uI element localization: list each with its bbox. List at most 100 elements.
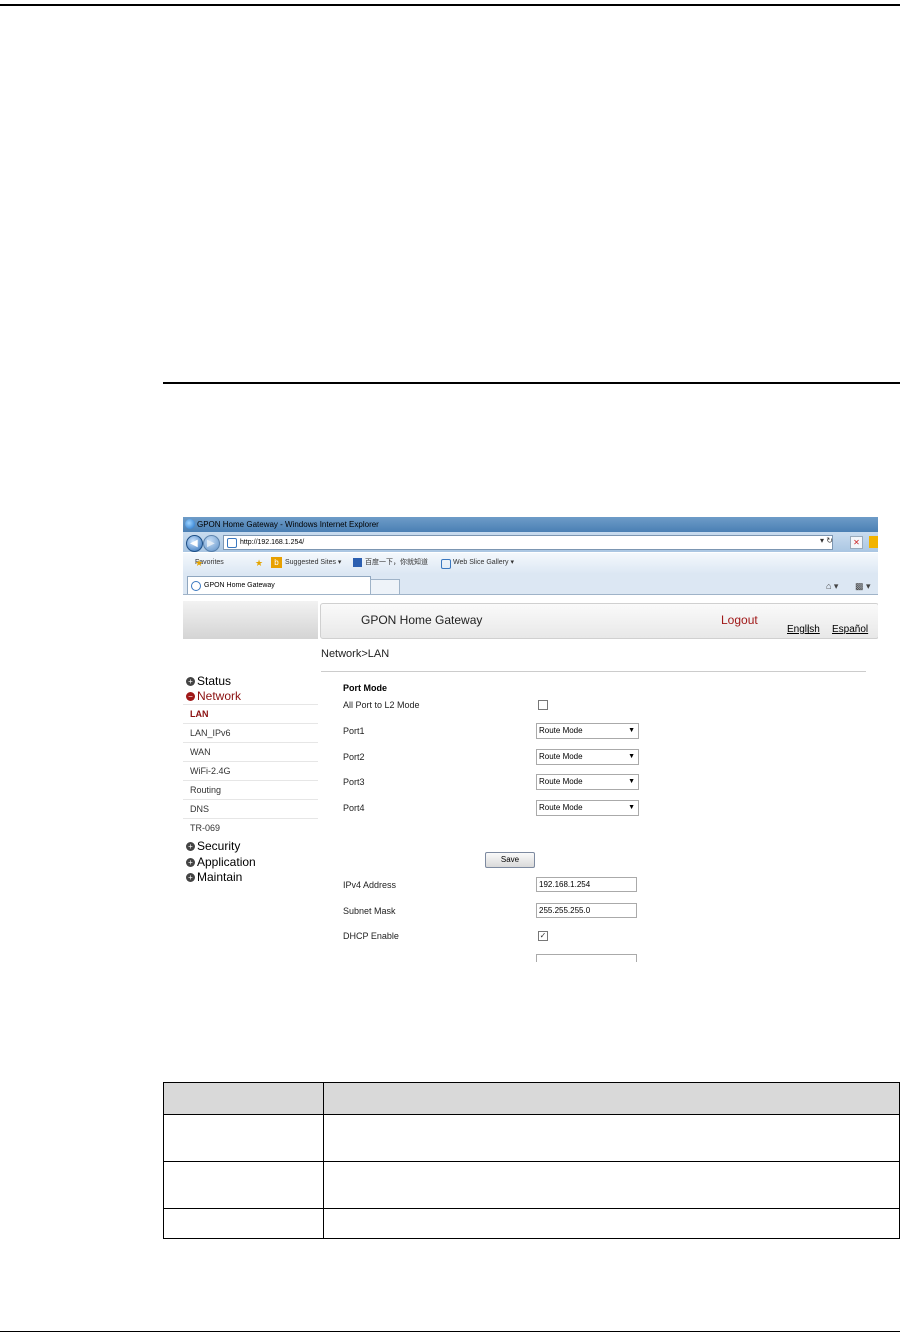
- table-header-cell: [323, 1082, 900, 1115]
- menu-application[interactable]: + Application: [186, 855, 256, 869]
- port2-label: Port2: [343, 752, 365, 762]
- web-slice-icon: [441, 559, 451, 569]
- save-button[interactable]: Save: [485, 852, 535, 868]
- star-icon: ★: [195, 558, 204, 568]
- lang-espanol-link[interactable]: Español: [832, 624, 868, 635]
- expand-plus-icon: +: [186, 677, 195, 686]
- divider: [183, 780, 318, 781]
- subnet-mask-input[interactable]: 255.255.255.0: [536, 903, 637, 918]
- web-slice-link[interactable]: Web Slice Gallery ▾: [453, 553, 514, 573]
- menu-security-label: Security: [197, 839, 241, 853]
- suggested-sites-link[interactable]: Suggested Sites ▾: [285, 553, 341, 573]
- chevron-down-icon: ▼: [628, 727, 635, 734]
- collapse-minus-icon: −: [186, 692, 195, 701]
- divider: [183, 799, 318, 800]
- ipv4-input[interactable]: 192.168.1.254: [536, 877, 637, 892]
- port-mode-title: Port Mode: [343, 683, 387, 693]
- new-tab-button[interactable]: [370, 579, 400, 595]
- ie-page-icon: [191, 581, 201, 591]
- address-bar[interactable]: http://192.168.1.254/: [223, 535, 833, 550]
- chevron-down-icon: ▼: [628, 804, 635, 811]
- port1-value: Route Mode: [539, 726, 583, 735]
- port2-value: Route Mode: [539, 752, 583, 761]
- dhcp-enable-label: DHCP Enable: [343, 931, 399, 941]
- table-header-cell: [163, 1082, 324, 1115]
- port1-select[interactable]: Route Mode ▼: [536, 723, 639, 739]
- divider: [183, 723, 318, 724]
- breadcrumb-rule: [321, 671, 866, 672]
- all-port-checkbox[interactable]: [538, 700, 548, 710]
- baidu-link[interactable]: 百度一下，你就知道: [365, 553, 428, 573]
- forward-button[interactable]: ▶: [203, 535, 220, 552]
- table-row: [163, 1208, 900, 1239]
- feeds-icon[interactable]: ▩ ▾: [855, 577, 871, 596]
- sidebar-item-tr069[interactable]: TR-069: [190, 823, 220, 833]
- divider: [183, 761, 318, 762]
- stop-icon[interactable]: ✕: [850, 536, 863, 549]
- port3-value: Route Mode: [539, 777, 583, 786]
- section-rule: [163, 382, 900, 384]
- port4-select[interactable]: Route Mode ▼: [536, 800, 639, 816]
- chevron-down-icon: ▼: [628, 778, 635, 785]
- sidebar-item-lan[interactable]: LAN: [190, 709, 209, 719]
- table-cell: [163, 1114, 324, 1162]
- tab-gpon[interactable]: GPON Home Gateway: [187, 576, 371, 594]
- port2-select[interactable]: Route Mode ▼: [536, 749, 639, 765]
- table-header-row: [163, 1082, 900, 1115]
- sidebar-item-dns[interactable]: DNS: [190, 804, 209, 814]
- window-title-bar: GPON Home Gateway - Windows Internet Exp…: [183, 517, 878, 532]
- menu-maintain-label: Maintain: [197, 870, 243, 884]
- left-nav-header: [183, 601, 318, 639]
- address-row: ◀ ▶ http://192.168.1.254/ ▾ ↻ ✕: [183, 532, 878, 552]
- dhcp-enable-checkbox[interactable]: ✓: [538, 931, 548, 941]
- sidebar-item-wifi[interactable]: WiFi-2.4G: [190, 766, 231, 776]
- parameter-table: [163, 1082, 900, 1239]
- refresh-icon[interactable]: ▾ ↻: [820, 536, 833, 545]
- sidebar-item-wan[interactable]: WAN: [190, 747, 211, 757]
- port4-label: Port4: [343, 803, 365, 813]
- tab-row: GPON Home Gateway ⌂ ▾ ▩ ▾: [183, 573, 878, 595]
- port4-value: Route Mode: [539, 803, 583, 812]
- menu-network-label: Network: [197, 689, 242, 703]
- lang-english-link[interactable]: English: [787, 624, 820, 635]
- home-icon[interactable]: ⌂ ▾: [826, 577, 838, 596]
- address-text: http://192.168.1.254/: [240, 539, 305, 546]
- expand-plus-icon: +: [186, 842, 195, 851]
- port3-select[interactable]: Route Mode ▼: [536, 774, 639, 790]
- sidebar-item-lan-ipv6[interactable]: LAN_IPv6: [190, 728, 231, 738]
- table-cell: [323, 1208, 900, 1239]
- menu-status[interactable]: + Status: [186, 674, 231, 688]
- logout-link[interactable]: Logout: [721, 613, 758, 627]
- bottom-rule: [0, 1331, 900, 1332]
- ipv4-label: IPv4 Address: [343, 880, 397, 890]
- lang-separator: |: [807, 624, 810, 635]
- table-cell: [163, 1208, 324, 1239]
- tab-label: GPON Home Gateway: [204, 582, 275, 589]
- favorites-button[interactable]: ★ Favorites: [195, 553, 224, 573]
- page-icon: [227, 538, 237, 548]
- divider: [183, 704, 318, 705]
- table-cell: [163, 1161, 324, 1209]
- top-rule: [0, 4, 900, 6]
- baidu-icon: [353, 558, 362, 567]
- table-cell: [323, 1161, 900, 1209]
- sidebar-item-routing[interactable]: Routing: [190, 785, 221, 795]
- menu-status-label: Status: [197, 674, 232, 688]
- left-nav: + Status − Network LAN LAN_IPv6 WAN WiFi-2…: [183, 639, 318, 884]
- dhcp-start-input-partial[interactable]: [536, 954, 637, 962]
- bing-icon: b: [271, 557, 282, 568]
- expand-plus-icon: +: [186, 873, 195, 882]
- menu-maintain[interactable]: + Maintain: [186, 870, 242, 884]
- ie-logo-icon: [185, 519, 195, 529]
- port1-label: Port1: [343, 726, 365, 736]
- table-cell: [323, 1114, 900, 1162]
- back-button[interactable]: ◀: [186, 535, 203, 552]
- breadcrumb: Network>LAN: [321, 648, 390, 660]
- bing-search-icon[interactable]: [869, 536, 878, 548]
- menu-security[interactable]: + Security: [186, 839, 240, 853]
- chevron-down-icon: ▼: [628, 753, 635, 760]
- subnet-mask-label: Subnet Mask: [343, 906, 396, 916]
- menu-network[interactable]: − Network: [186, 689, 241, 703]
- add-favorite-icon[interactable]: ★: [255, 553, 263, 573]
- divider: [183, 818, 318, 819]
